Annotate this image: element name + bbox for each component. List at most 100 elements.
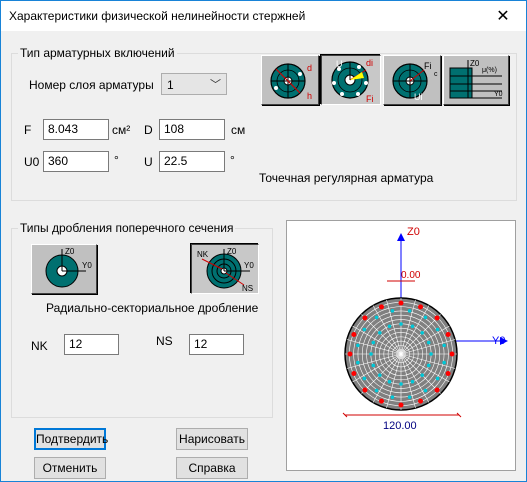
fiber-point [377,330,382,335]
rebar-point [398,402,404,408]
y0-axis-label: Y0 [492,335,505,347]
fiber-point [362,327,367,332]
offset-label: 0.00 [401,270,421,281]
f-input[interactable]: 8.043 [43,119,109,140]
chevron-down-icon: ﹀ [210,79,221,91]
confirm-button[interactable]: Подтвердить [34,428,108,450]
rebar-point [418,398,424,404]
ns-input[interactable]: 12 [189,334,244,355]
percent-reinforcement-icon: Z0 μ(%) Y0 [449,59,503,99]
diameter-label: 120.00 [383,420,417,432]
rebar-point [347,351,353,357]
fi-icon-label: Fi [366,94,374,104]
point-reinforcement-button[interactable]: d h [261,55,319,105]
z0-icon-label: Z0 [470,59,480,68]
reinforcement-group-label: Тип арматурных включений [18,46,177,60]
radial-z0-label: Z0 [227,247,237,256]
fi2-icon-label: Fi [424,61,432,71]
simple-y0-label: Y0 [82,261,92,270]
nk-input[interactable]: 12 [64,334,119,355]
ns-label: NS [156,334,173,348]
rebar-point [351,331,357,337]
fiber-point [423,388,428,393]
section-preview: Z0 Y0 0.00 120.00 [286,220,516,471]
mu-percent-icon-label: μ(%) [482,67,497,74]
fiber-point [356,343,360,348]
reinforcement-type-text: Точечная регулярная арматура [259,171,434,185]
d-icon-label: d [307,63,312,73]
fiber-point [399,382,403,386]
rebar-point [362,387,368,393]
fiber-point [387,379,392,384]
rebar-point [445,331,451,337]
f-unit: см² [112,123,131,137]
rebar-point [434,387,440,393]
point-reinforcement-icon: d h [270,63,312,101]
h-icon-label: h [307,91,312,101]
help-button[interactable]: Справка [176,457,248,479]
draw-button[interactable]: Нарисовать [176,428,248,450]
rebar-point [351,371,357,377]
fiber-point [423,315,428,320]
fi-reinforcement-button[interactable]: Fi c Ui [383,55,441,105]
simple-division-icon: Z0 Y0 [45,247,92,288]
fiber-point [390,395,395,399]
fiber-point [420,373,425,378]
regular-point-reinforcement-icon: U di Fi [331,58,374,104]
fiber-point [374,315,379,320]
fiber-point [374,388,379,393]
title-bar: Характеристики физической нелинейности с… [1,1,526,31]
rebar-point [398,300,404,306]
cancel-button[interactable]: Отменить [34,457,106,479]
d-label: D [144,123,153,137]
fiber-point [442,360,446,365]
u-unit: ° [230,153,235,167]
di-icon-label: di [366,58,373,68]
fiber-point [399,322,403,326]
simple-z0-label: Z0 [65,247,75,256]
circular-section [344,297,458,411]
fiber-point [390,309,395,313]
simple-division-button[interactable]: Z0 Y0 [31,244,97,294]
dialog-window: Характеристики физической нелинейности с… [0,0,527,482]
radial-sector-division-button[interactable]: NK Z0 Y0 NS [191,244,259,294]
u0-input[interactable]: 360 [43,151,109,172]
radial-sector-division-icon: NK Z0 Y0 NS [197,247,254,293]
fiber-point [435,376,440,381]
fiber-point [407,395,412,399]
y0-icon-label: Y0 [494,91,503,98]
layer-select[interactable]: 1 ﹀ [161,73,227,95]
rebar-point [418,304,424,310]
fiber-point [420,330,425,335]
layer-label: Номер слоя арматуры [29,78,154,92]
layer-select-value: 1 [167,78,174,92]
fiber-point [371,340,376,345]
fiber-point [407,309,412,313]
rebar-point [378,398,384,404]
u0-label: U0 [24,155,40,169]
fiber-point [426,340,431,345]
percent-reinforcement-button[interactable]: Z0 μ(%) Y0 [443,55,509,105]
fi-reinforcement-icon: Fi c Ui [392,61,438,102]
d-unit: см [231,123,246,137]
rebar-point [378,304,384,310]
u0-unit: ° [114,153,119,167]
fiber-point [371,363,376,368]
radial-y0-label: Y0 [244,261,254,270]
window-title: Характеристики физической нелинейности с… [9,9,306,23]
rebar-point [449,351,455,357]
fiber-point [369,352,373,356]
fiber-point [410,379,415,384]
regular-point-reinforcement-button[interactable]: U di Fi [321,55,381,105]
fiber-point [435,327,440,332]
fiber-point [442,343,446,348]
ns-icon-label: NS [242,284,253,293]
u-label: U [144,155,153,169]
u-input[interactable]: 22.5 [159,151,225,172]
fiber-point [377,373,382,378]
d-input[interactable]: 108 [159,119,225,140]
fiber-point [410,324,415,329]
section-drawing: Z0 Y0 0.00 120.00 [342,226,508,432]
close-button[interactable]: ✕ [480,1,526,31]
fiber-point [362,376,367,381]
